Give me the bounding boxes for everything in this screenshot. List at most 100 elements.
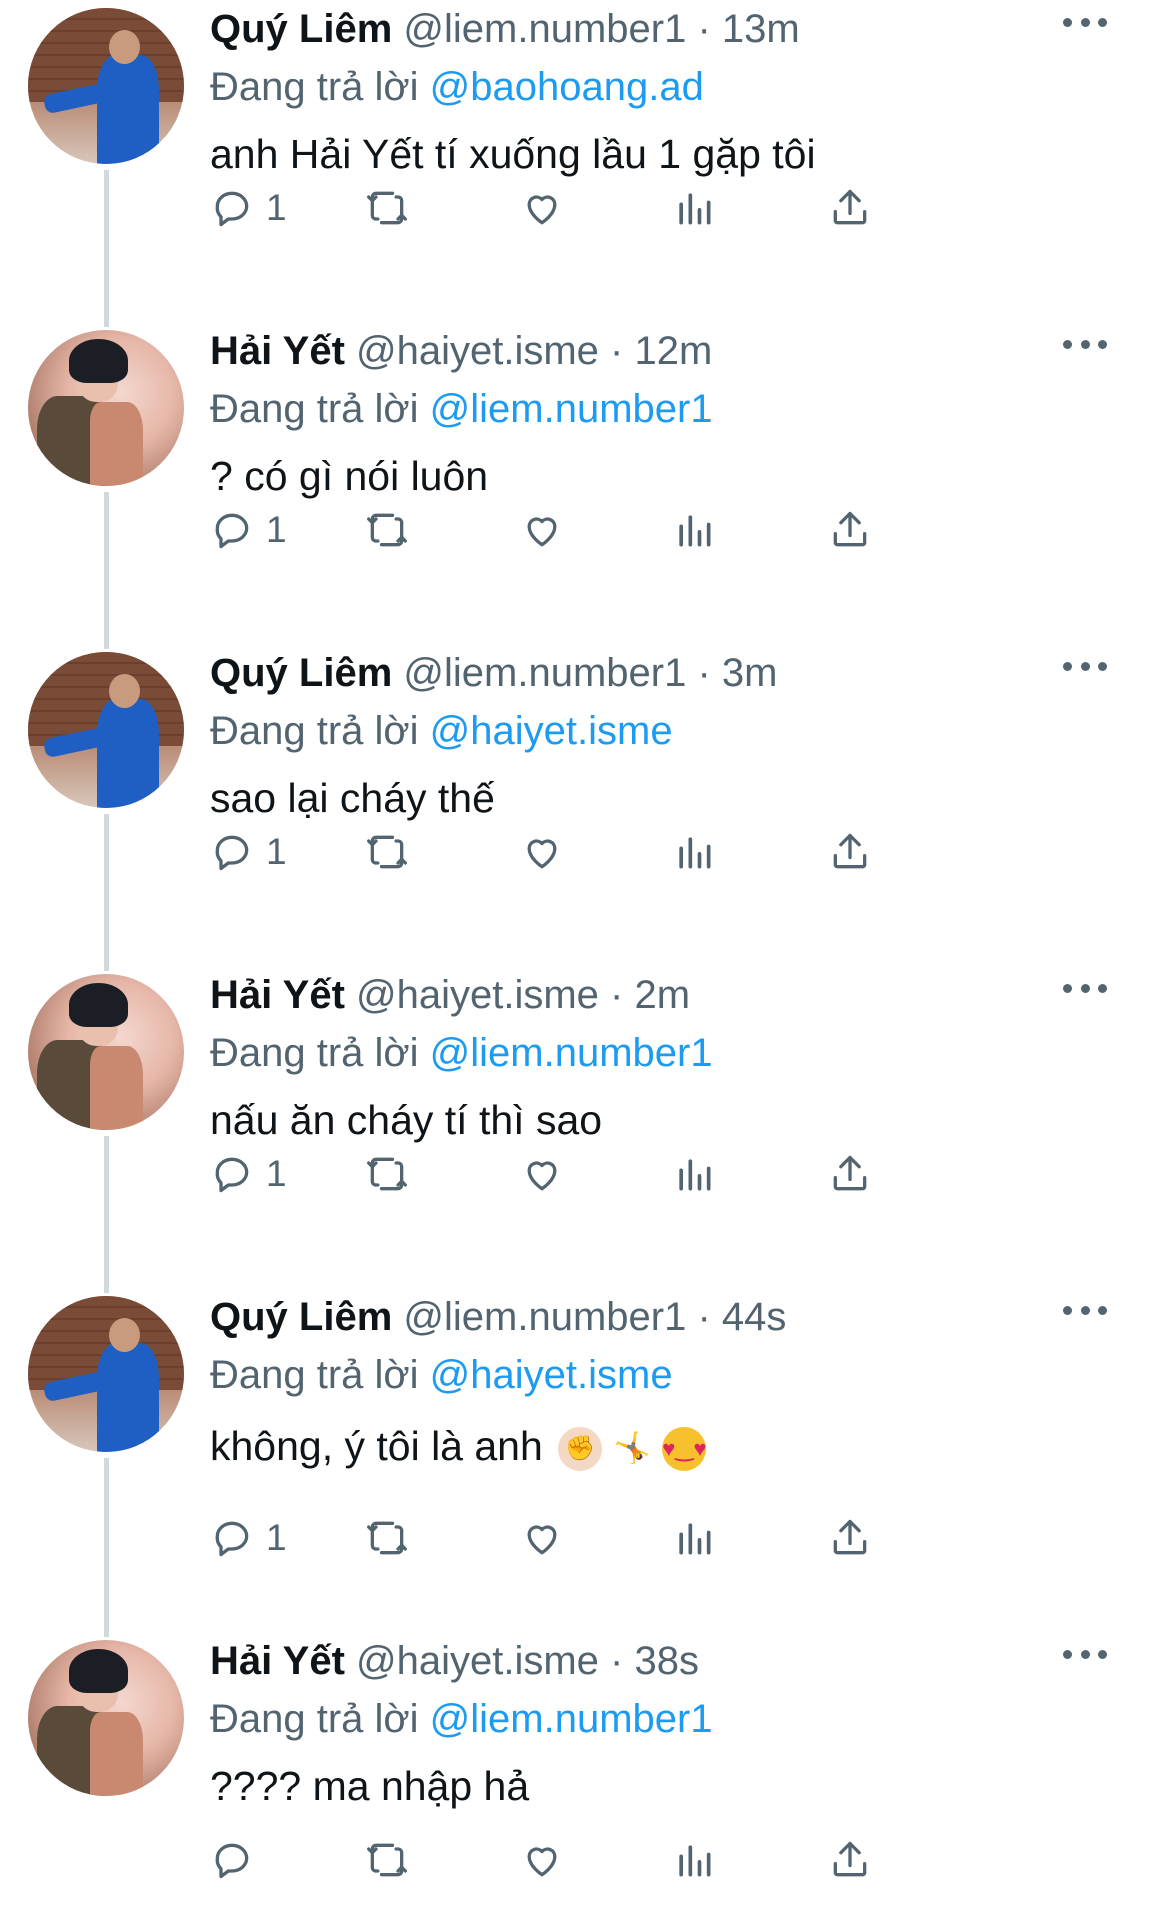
views-button[interactable] bbox=[672, 500, 716, 560]
reply-button[interactable]: 1 bbox=[210, 500, 287, 560]
reply-button[interactable]: 1 bbox=[210, 822, 287, 882]
mention-link[interactable]: @liem.number1 bbox=[430, 1697, 713, 1741]
mention-link[interactable]: @baohoang.ad bbox=[430, 65, 704, 109]
user-handle[interactable]: @liem.number1 bbox=[403, 7, 686, 51]
display-name[interactable]: Hải Yết bbox=[210, 973, 345, 1017]
share-button[interactable] bbox=[828, 500, 872, 560]
share-button[interactable] bbox=[828, 1144, 872, 1204]
tweet[interactable]: Quý Liêm @liem.number1 · 13m Đang trả lời… bbox=[0, 0, 1153, 327]
tweet-actions: 1 bbox=[210, 822, 1030, 882]
reply-button[interactable] bbox=[210, 1830, 266, 1890]
heart-eyes-emoji: ♥‿♥ bbox=[662, 1427, 707, 1472]
reply-button[interactable]: 1 bbox=[210, 178, 287, 238]
timestamp[interactable]: 12m bbox=[634, 329, 712, 373]
more-dots-icon[interactable] bbox=[1063, 978, 1107, 998]
avatar[interactable] bbox=[28, 974, 184, 1130]
tweet-text: sao lại cháy thế bbox=[210, 768, 1130, 828]
replying-label: Đang trả lời bbox=[210, 1697, 419, 1741]
retweet-button[interactable] bbox=[365, 178, 409, 238]
more-dots-icon[interactable] bbox=[1063, 656, 1107, 676]
share-icon bbox=[828, 1516, 872, 1560]
share-button[interactable] bbox=[828, 1508, 872, 1568]
like-button[interactable] bbox=[520, 822, 564, 882]
mention-link[interactable]: @haiyet.isme bbox=[430, 1353, 673, 1397]
heart-icon bbox=[520, 186, 564, 230]
retweet-button[interactable] bbox=[365, 822, 409, 882]
tweet[interactable]: Hải Yết @haiyet.isme · 2m Đang trả lời @l… bbox=[0, 966, 1153, 1293]
more-dots-icon[interactable] bbox=[1063, 1300, 1107, 1320]
user-handle[interactable]: @haiyet.isme bbox=[356, 329, 599, 373]
timestamp[interactable]: 44s bbox=[722, 1295, 787, 1339]
timestamp[interactable]: 38s bbox=[634, 1639, 699, 1683]
mention-link[interactable]: @liem.number1 bbox=[430, 1031, 713, 1075]
thread-connector-line bbox=[104, 170, 109, 327]
views-button[interactable] bbox=[672, 1830, 716, 1890]
tweet[interactable]: Hải Yết @haiyet.isme · 12m Đang trả lời @… bbox=[0, 322, 1153, 649]
tweet-text: không, ý tôi là anh ✊ 🤸 ♥‿♥ bbox=[210, 1412, 1130, 1480]
like-button[interactable] bbox=[520, 500, 564, 560]
display-name[interactable]: Quý Liêm bbox=[210, 651, 392, 695]
more-dots-icon[interactable] bbox=[1063, 12, 1107, 32]
tweet-header: Hải Yết @haiyet.isme · 12m bbox=[210, 322, 1130, 380]
tweet[interactable]: Quý Liêm @liem.number1 · 3m Đang trả lời … bbox=[0, 644, 1153, 971]
tweet-text-content: ? có gì nói luôn bbox=[210, 453, 489, 499]
like-button[interactable] bbox=[520, 1830, 564, 1890]
like-button[interactable] bbox=[520, 178, 564, 238]
avatar[interactable] bbox=[28, 652, 184, 808]
timestamp[interactable]: 13m bbox=[722, 7, 800, 51]
more-dots-icon[interactable] bbox=[1063, 334, 1107, 354]
display-name[interactable]: Quý Liêm bbox=[210, 1295, 392, 1339]
tweet[interactable]: Hải Yết @haiyet.isme · 38s Đang trả lời @… bbox=[0, 1632, 1153, 1920]
tweet[interactable]: Quý Liêm @liem.number1 · 44s Đang trả lời… bbox=[0, 1288, 1153, 1637]
display-name[interactable]: Hải Yết bbox=[210, 1639, 345, 1683]
reply-icon bbox=[210, 508, 254, 552]
tweet-actions: 1 bbox=[210, 1144, 1030, 1204]
share-button[interactable] bbox=[828, 822, 872, 882]
replying-to: Đang trả lời @liem.number1 bbox=[210, 1024, 1130, 1082]
views-icon bbox=[672, 1516, 716, 1560]
mention-link[interactable]: @haiyet.isme bbox=[430, 709, 673, 753]
avatar[interactable] bbox=[28, 8, 184, 164]
thread-connector-line bbox=[104, 1136, 109, 1293]
retweet-button[interactable] bbox=[365, 1830, 409, 1890]
views-icon bbox=[672, 1838, 716, 1882]
retweet-button[interactable] bbox=[365, 1144, 409, 1204]
share-button[interactable] bbox=[828, 178, 872, 238]
mention-link[interactable]: @liem.number1 bbox=[430, 387, 713, 431]
separator: · bbox=[686, 651, 722, 695]
views-icon bbox=[672, 186, 716, 230]
user-handle[interactable]: @liem.number1 bbox=[403, 651, 686, 695]
display-name[interactable]: Quý Liêm bbox=[210, 7, 392, 51]
like-button[interactable] bbox=[520, 1508, 564, 1568]
retweet-button[interactable] bbox=[365, 500, 409, 560]
reply-button[interactable]: 1 bbox=[210, 1508, 287, 1568]
views-button[interactable] bbox=[672, 1144, 716, 1204]
share-button[interactable] bbox=[828, 1830, 872, 1890]
avatar[interactable] bbox=[28, 1640, 184, 1796]
avatar[interactable] bbox=[28, 1296, 184, 1452]
tweet-header: Hải Yết @haiyet.isme · 2m bbox=[210, 966, 1130, 1024]
heart-icon bbox=[520, 508, 564, 552]
retweet-button[interactable] bbox=[365, 1508, 409, 1568]
share-icon bbox=[828, 186, 872, 230]
user-handle[interactable]: @haiyet.isme bbox=[356, 1639, 599, 1683]
reply-button[interactable]: 1 bbox=[210, 1144, 287, 1204]
user-handle[interactable]: @haiyet.isme bbox=[356, 973, 599, 1017]
timestamp[interactable]: 3m bbox=[722, 651, 778, 695]
replying-label: Đang trả lời bbox=[210, 1353, 419, 1397]
reply-thread: Quý Liêm @liem.number1 · 13m Đang trả lời… bbox=[0, 0, 1153, 1920]
timestamp[interactable]: 2m bbox=[634, 973, 690, 1017]
tweet-actions bbox=[210, 1830, 1030, 1890]
tweet-text: anh Hải Yết tí xuống lầu 1 gặp tôi bbox=[210, 124, 1130, 184]
user-handle[interactable]: @liem.number1 bbox=[403, 1295, 686, 1339]
views-button[interactable] bbox=[672, 178, 716, 238]
tweet-header: Quý Liêm @liem.number1 · 3m bbox=[210, 644, 1130, 702]
display-name[interactable]: Hải Yết bbox=[210, 329, 345, 373]
more-dots-icon[interactable] bbox=[1063, 1644, 1107, 1664]
tweet-text: nấu ăn cháy tí thì sao bbox=[210, 1090, 1130, 1150]
like-button[interactable] bbox=[520, 1144, 564, 1204]
replying-to: Đang trả lời @baohoang.ad bbox=[210, 58, 1130, 116]
avatar[interactable] bbox=[28, 330, 184, 486]
views-button[interactable] bbox=[672, 822, 716, 882]
views-button[interactable] bbox=[672, 1508, 716, 1568]
